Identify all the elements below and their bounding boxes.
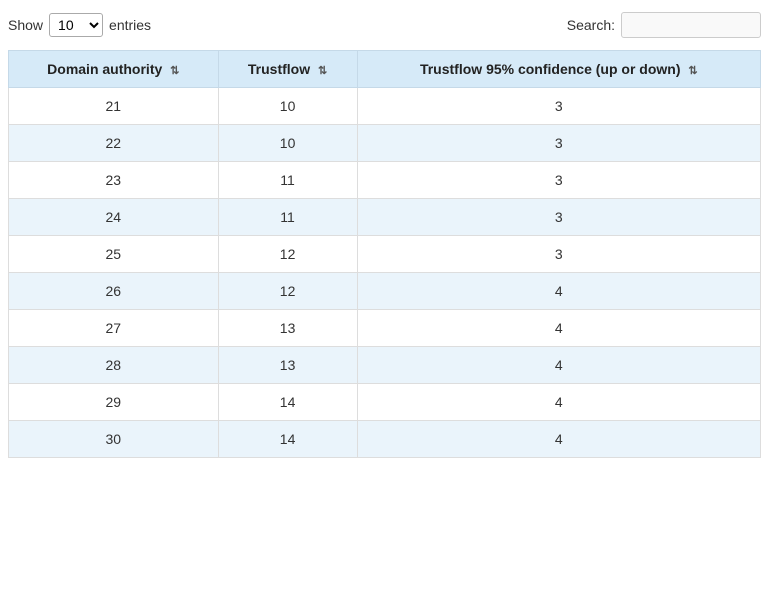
col-domain-authority-label: Domain authority [47,61,162,77]
cell-domain-authority: 26 [9,273,219,310]
cell-domain-authority: 29 [9,384,219,421]
col-confidence[interactable]: Trustflow 95% confidence (up or down) ⇅ [357,51,760,88]
cell-trustflow: 10 [218,125,357,162]
cell-domain-authority: 28 [9,347,219,384]
table-body: 2110322103231132411325123261242713428134… [9,88,761,458]
table-row: 29144 [9,384,761,421]
col-domain-authority-sort-icon: ⇅ [170,64,179,77]
cell-trustflow: 14 [218,421,357,458]
cell-confidence: 4 [357,273,760,310]
table-row: 27134 [9,310,761,347]
show-entries-control: Show 10 25 50 100 entries [8,13,151,37]
cell-domain-authority: 21 [9,88,219,125]
top-controls: Show 10 25 50 100 entries Search: [8,12,761,38]
table-row: 28134 [9,347,761,384]
data-table: Domain authority ⇅ Trustflow ⇅ Trustflow… [8,50,761,458]
col-confidence-label: Trustflow 95% confidence (up or down) [420,61,681,77]
col-trustflow[interactable]: Trustflow ⇅ [218,51,357,88]
table-header: Domain authority ⇅ Trustflow ⇅ Trustflow… [9,51,761,88]
cell-confidence: 4 [357,310,760,347]
cell-trustflow: 14 [218,384,357,421]
cell-trustflow: 12 [218,236,357,273]
table-row: 24113 [9,199,761,236]
cell-confidence: 3 [357,88,760,125]
cell-trustflow: 11 [218,199,357,236]
cell-domain-authority: 24 [9,199,219,236]
entries-select[interactable]: 10 25 50 100 [49,13,103,37]
cell-confidence: 4 [357,421,760,458]
cell-confidence: 3 [357,125,760,162]
cell-domain-authority: 27 [9,310,219,347]
main-container: Show 10 25 50 100 entries Search: Domain… [0,0,769,470]
col-confidence-sort-icon: ⇅ [688,64,697,77]
cell-trustflow: 13 [218,347,357,384]
table-row: 26124 [9,273,761,310]
table-row: 21103 [9,88,761,125]
cell-confidence: 3 [357,199,760,236]
search-label: Search: [567,17,615,33]
show-label: Show [8,17,43,33]
search-input[interactable] [621,12,761,38]
cell-domain-authority: 23 [9,162,219,199]
cell-domain-authority: 25 [9,236,219,273]
cell-trustflow: 11 [218,162,357,199]
header-row: Domain authority ⇅ Trustflow ⇅ Trustflow… [9,51,761,88]
cell-domain-authority: 30 [9,421,219,458]
entries-label: entries [109,17,151,33]
table-row: 22103 [9,125,761,162]
cell-confidence: 4 [357,347,760,384]
table-row: 25123 [9,236,761,273]
cell-domain-authority: 22 [9,125,219,162]
col-trustflow-label: Trustflow [248,61,310,77]
cell-confidence: 3 [357,236,760,273]
search-area: Search: [567,12,761,38]
table-row: 30144 [9,421,761,458]
table-row: 23113 [9,162,761,199]
cell-confidence: 3 [357,162,760,199]
cell-trustflow: 13 [218,310,357,347]
cell-confidence: 4 [357,384,760,421]
cell-trustflow: 10 [218,88,357,125]
col-domain-authority[interactable]: Domain authority ⇅ [9,51,219,88]
cell-trustflow: 12 [218,273,357,310]
col-trustflow-sort-icon: ⇅ [318,64,327,77]
